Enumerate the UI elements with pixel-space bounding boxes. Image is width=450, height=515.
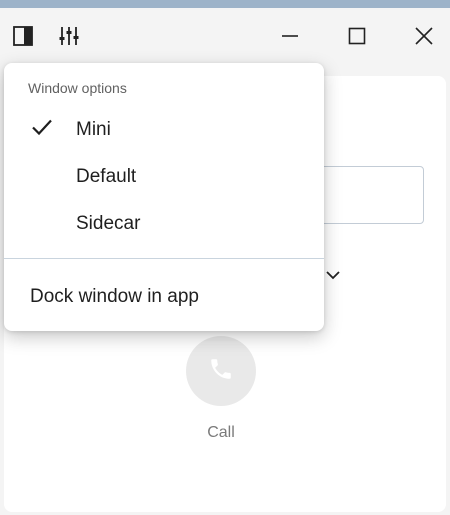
menu-item-sidecar[interactable]: Sidecar xyxy=(4,201,324,247)
sidebar-toggle-button[interactable] xyxy=(6,8,40,64)
menu-item-mini[interactable]: Mini xyxy=(4,107,324,153)
menu-header: Window options xyxy=(28,80,127,96)
call-button[interactable] xyxy=(186,336,256,406)
window-options-button[interactable] xyxy=(52,8,86,64)
menu-divider xyxy=(4,258,324,259)
window-options-menu: Window options Mini Default Sidecar Dock… xyxy=(4,63,324,331)
minimize-icon xyxy=(280,26,300,46)
app-window: Call Window options Mini Default Sidecar… xyxy=(0,0,450,515)
menu-item-label: Default xyxy=(76,166,137,187)
close-icon xyxy=(414,26,434,46)
menu-item-default[interactable]: Default xyxy=(4,154,324,200)
sliders-icon xyxy=(58,25,80,47)
minimize-button[interactable] xyxy=(270,8,310,64)
menu-item-label: Mini xyxy=(76,119,111,140)
window-top-border xyxy=(0,0,450,8)
chevron-down-icon[interactable] xyxy=(325,268,341,286)
close-button[interactable] xyxy=(404,8,444,64)
titlebar xyxy=(0,8,450,64)
sidebar-panel-icon xyxy=(12,25,34,47)
call-label: Call xyxy=(207,424,235,441)
menu-item-label: Sidecar xyxy=(76,213,141,234)
maximize-icon xyxy=(347,26,367,46)
maximize-button[interactable] xyxy=(337,8,377,64)
menu-item-dock-window[interactable]: Dock window in app xyxy=(4,274,324,320)
phone-icon xyxy=(208,356,234,387)
checkmark-icon xyxy=(31,119,53,142)
menu-item-label: Dock window in app xyxy=(30,286,199,307)
